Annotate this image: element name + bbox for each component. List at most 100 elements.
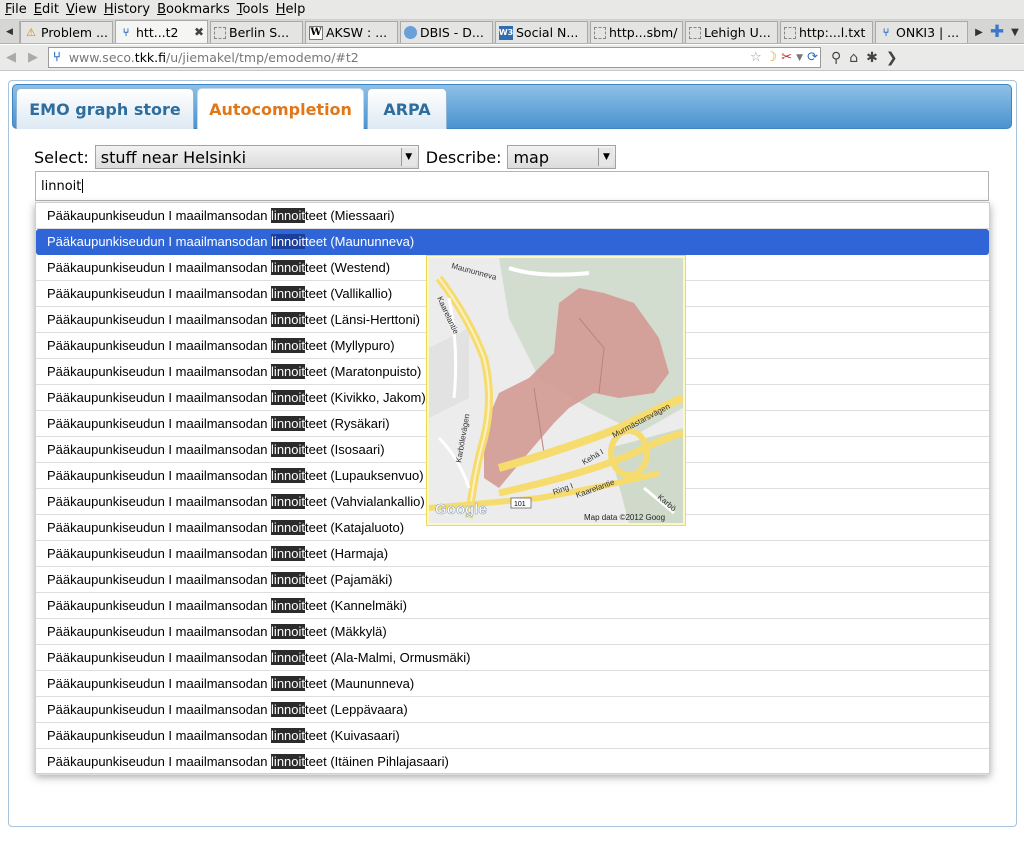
- tab-emo-graph-store[interactable]: EMO graph store: [16, 88, 194, 129]
- menu-view[interactable]: View: [66, 2, 97, 17]
- list-item[interactable]: Pääkaupunkiseudun I maailmansodan linnoi…: [36, 567, 989, 593]
- list-item[interactable]: Pääkaupunkiseudun I maailmansodan linnoi…: [36, 723, 989, 749]
- addon-icon[interactable]: ✱: [866, 50, 878, 66]
- result-place: Vahvialankallio: [334, 494, 421, 509]
- browser-tab[interactable]: DBIS - D...: [400, 21, 493, 43]
- menu-file[interactable]: File: [5, 2, 27, 17]
- dropdown-arrow-icon[interactable]: ▼: [796, 53, 803, 63]
- result-match-highlight: linnoit: [271, 572, 306, 587]
- menu-edit[interactable]: Edit: [34, 2, 59, 17]
- browser-tab[interactable]: ⑂ ONKI3 | ...: [875, 21, 968, 43]
- result-prefix: Pääkaupunkiseudun I maailmansodan: [47, 676, 272, 691]
- list-item[interactable]: Pääkaupunkiseudun I maailmansodan linnoi…: [36, 203, 989, 229]
- result-paren: (: [326, 624, 335, 639]
- result-match-highlight: linnoit: [271, 260, 306, 275]
- back-icon[interactable]: ◀: [0, 50, 22, 65]
- result-place: Ala-Malmi, Ormusmäki: [334, 650, 467, 665]
- result-paren: (: [326, 520, 335, 535]
- list-item[interactable]: Pääkaupunkiseudun I maailmansodan linnoi…: [36, 619, 989, 645]
- url-bar[interactable]: ⑂ www.seco.tkk.fi/u/jiemakel/tmp/emodemo…: [48, 47, 821, 68]
- page-icon: [214, 26, 226, 39]
- tab-autocompletion[interactable]: Autocompletion: [197, 88, 364, 129]
- result-suffix: teet: [305, 676, 327, 691]
- result-prefix: Pääkaupunkiseudun I maailmansodan: [47, 390, 272, 405]
- result-place: Isosaari: [334, 442, 381, 457]
- warning-icon: ⚠: [26, 26, 36, 39]
- home-icon[interactable]: ⌂: [849, 50, 858, 66]
- result-paren: (: [326, 702, 335, 717]
- autocomplete-input[interactable]: linnoit: [35, 171, 989, 201]
- result-suffix: teet: [305, 754, 327, 769]
- close-tab-icon[interactable]: ✖: [194, 25, 204, 39]
- list-item[interactable]: Pääkaupunkiseudun I maailmansodan linnoi…: [36, 541, 989, 567]
- result-suffix: teet: [305, 234, 327, 249]
- result-place: Maununneva: [334, 676, 410, 691]
- menu-history[interactable]: History: [104, 2, 150, 17]
- browser-tab-label: Problem ...: [41, 25, 108, 40]
- result-place: Miessaari: [334, 208, 391, 223]
- result-match-highlight: linnoit: [271, 650, 306, 665]
- list-item[interactable]: Pääkaupunkiseudun I maailmansodan linnoi…: [36, 749, 989, 775]
- chevron-down-icon[interactable]: ▼: [598, 148, 614, 166]
- new-tab-icon[interactable]: ✚: [988, 22, 1006, 42]
- autocomplete-input-value: linnoit: [41, 178, 82, 194]
- result-prefix: Pääkaupunkiseudun I maailmansodan: [47, 260, 272, 275]
- scissors-icon[interactable]: ✂: [781, 50, 792, 65]
- browser-tab-active[interactable]: ⑂ htt...t2 ✖: [115, 20, 208, 43]
- site-identity-icon[interactable]: ⑂: [53, 50, 61, 65]
- result-place: Myllypuro: [334, 338, 391, 353]
- result-paren: ): [415, 312, 420, 327]
- result-place: Leppävaara: [334, 702, 404, 717]
- result-prefix: Pääkaupunkiseudun I maailmansodan: [47, 650, 272, 665]
- scroll-tabs-left-icon[interactable]: ◀: [0, 21, 20, 43]
- result-suffix: teet: [305, 390, 327, 405]
- navigation-bar: ◀ ▶ ⑂ www.seco.tkk.fi/u/jiemakel/tmp/emo…: [0, 45, 1024, 71]
- result-prefix: Pääkaupunkiseudun I maailmansodan: [47, 702, 272, 717]
- menu-tools[interactable]: Tools: [237, 2, 269, 17]
- forward-icon[interactable]: ▶: [22, 50, 44, 65]
- menu-help[interactable]: Help: [276, 2, 306, 17]
- browser-tab[interactable]: Berlin S...: [210, 21, 303, 43]
- result-place: Kannelmäki: [334, 598, 403, 613]
- result-prefix: Pääkaupunkiseudun I maailmansodan: [47, 234, 272, 249]
- result-paren: (: [326, 650, 335, 665]
- reload-icon[interactable]: ⟳: [807, 50, 818, 65]
- result-paren: (: [326, 390, 335, 405]
- bookmark-star-icon[interactable]: ☆: [750, 50, 762, 65]
- tab-arpa[interactable]: ARPA: [367, 88, 447, 129]
- result-paren: (: [326, 442, 335, 457]
- browser-tab[interactable]: Lehigh U...: [685, 21, 778, 43]
- result-match-highlight: linnoit: [271, 754, 306, 769]
- menu-bookmarks[interactable]: Bookmarks: [157, 2, 230, 17]
- select-dropdown[interactable]: stuff near Helsinki ▼: [94, 145, 419, 169]
- list-item[interactable]: Pääkaupunkiseudun I maailmansodan linnoi…: [36, 593, 989, 619]
- result-paren: ): [390, 208, 395, 223]
- browser-tab[interactable]: http:...l.txt: [780, 21, 873, 43]
- search-icon[interactable]: ⚲: [831, 50, 841, 66]
- map-image: Maununneva Kaarelantie Karbölevägen Murm…: [429, 258, 683, 523]
- result-match-highlight: linnoit: [271, 624, 306, 639]
- list-item[interactable]: Pääkaupunkiseudun I maailmansodan linnoi…: [36, 697, 989, 723]
- browser-tab-label: DBIS - D...: [420, 25, 484, 40]
- browser-tab[interactable]: W3 Social N...: [495, 21, 588, 43]
- scroll-tabs-right-icon[interactable]: ▶: [970, 27, 988, 38]
- browser-tab[interactable]: W AKSW : ...: [305, 21, 398, 43]
- result-suffix: teet: [305, 624, 327, 639]
- list-item-selected[interactable]: Pääkaupunkiseudun I maailmansodan linnoi…: [36, 229, 989, 255]
- result-match-highlight: linnoit: [271, 546, 306, 561]
- chevron-down-icon[interactable]: ▼: [400, 148, 416, 166]
- browser-tab[interactable]: ⚠ Problem ...: [20, 21, 113, 43]
- text-caret: [82, 179, 84, 193]
- result-suffix: teet: [305, 468, 327, 483]
- result-match-highlight: linnoit: [271, 520, 306, 535]
- list-item[interactable]: Pääkaupunkiseudun I maailmansodan linnoi…: [36, 671, 989, 697]
- browser-tab-label: AKSW : ...: [326, 25, 388, 40]
- feed-icon[interactable]: ☽: [766, 50, 778, 65]
- describe-dropdown[interactable]: map ▼: [507, 145, 617, 169]
- result-match-highlight: linnoit: [271, 338, 306, 353]
- result-paren: ): [387, 286, 393, 301]
- list-all-tabs-icon[interactable]: ▼: [1006, 27, 1024, 38]
- chevron-right-icon[interactable]: ❯: [886, 50, 898, 66]
- browser-tab[interactable]: http...sbm/: [590, 21, 683, 43]
- list-item[interactable]: Pääkaupunkiseudun I maailmansodan linnoi…: [36, 645, 989, 671]
